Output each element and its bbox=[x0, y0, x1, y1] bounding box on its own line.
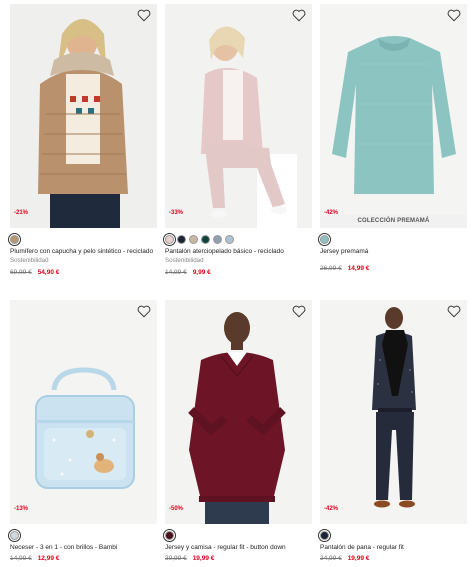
product-card[interactable]: -42% COLECCIÓN PREMAMÁ Jersey premamá 26… bbox=[320, 4, 467, 272]
heart-icon[interactable] bbox=[447, 305, 461, 318]
product-name[interactable]: Plumífero con capucha y pelo sintético -… bbox=[10, 248, 157, 256]
color-swatch[interactable] bbox=[213, 234, 222, 244]
product-name[interactable]: Pantalón aterciopelado básico - reciclad… bbox=[165, 248, 312, 256]
sale-price: 19,99 € bbox=[192, 555, 215, 562]
old-price: 34,99 € bbox=[320, 555, 342, 562]
color-swatch[interactable] bbox=[10, 530, 19, 540]
color-swatches bbox=[165, 530, 312, 540]
heart-icon[interactable] bbox=[137, 9, 151, 22]
product-name[interactable]: Neceser - 3 en 1 - con brillos - Bambi bbox=[10, 544, 157, 552]
color-swatch[interactable] bbox=[189, 234, 198, 244]
discount-badge: -33% bbox=[169, 210, 184, 216]
color-swatch[interactable] bbox=[320, 234, 329, 244]
model-photo bbox=[320, 300, 467, 524]
product-image[interactable]: -33% bbox=[165, 4, 312, 228]
color-swatch[interactable] bbox=[225, 234, 234, 244]
sale-price: 14,99 € bbox=[347, 265, 370, 272]
price-row: 14,99 € 12,99 € bbox=[10, 555, 157, 562]
color-swatch[interactable] bbox=[10, 234, 19, 244]
product-photo bbox=[10, 300, 157, 524]
product-card[interactable]: -13% Neceser - 3 en 1 - con brillos - Ba… bbox=[10, 300, 157, 562]
product-image[interactable]: -21% bbox=[10, 4, 157, 228]
sustainability-tag: Sostenibilidad bbox=[10, 257, 49, 264]
old-price: 14,99 € bbox=[10, 555, 32, 562]
old-price: 39,99 € bbox=[165, 555, 187, 562]
color-swatch[interactable] bbox=[320, 530, 329, 540]
heart-icon[interactable] bbox=[292, 9, 306, 22]
color-swatch[interactable] bbox=[177, 234, 186, 244]
price-row: 39,99 € 19,99 € bbox=[165, 555, 312, 562]
product-card[interactable]: -42% Pantalón de pana - regular fit 34,9… bbox=[320, 300, 467, 562]
product-name[interactable]: Pantalón de pana - regular fit bbox=[320, 544, 467, 552]
color-swatch[interactable] bbox=[165, 530, 174, 540]
product-card[interactable]: -21% Plumífero con capucha y pelo sintét… bbox=[10, 4, 157, 276]
product-card[interactable]: -50% Jersey y camisa - regular fit - but… bbox=[165, 300, 312, 562]
discount-badge: -13% bbox=[14, 506, 29, 512]
product-photo bbox=[320, 4, 467, 228]
product-name[interactable]: Jersey premamá bbox=[320, 248, 467, 256]
discount-badge: -21% bbox=[14, 210, 29, 216]
sale-price: 12,99 € bbox=[37, 555, 60, 562]
color-swatch[interactable] bbox=[165, 234, 174, 244]
discount-badge: -50% bbox=[169, 506, 184, 512]
heart-icon[interactable] bbox=[292, 305, 306, 318]
price-row: 69,99 € 54,90 € bbox=[10, 269, 157, 276]
price-row: 34,99 € 19,99 € bbox=[320, 555, 467, 562]
color-swatches bbox=[10, 530, 157, 540]
product-card[interactable]: -33% Pantalón aterciopelado básico - rec… bbox=[165, 4, 312, 276]
heart-icon[interactable] bbox=[137, 305, 151, 318]
color-swatches bbox=[320, 234, 467, 244]
color-swatches bbox=[320, 530, 467, 540]
product-name[interactable]: Jersey y camisa - regular fit - button d… bbox=[165, 544, 312, 552]
price-row: 14,99 € 9,99 € bbox=[165, 269, 312, 276]
model-photo bbox=[165, 4, 312, 228]
sale-price: 54,90 € bbox=[37, 269, 60, 276]
price-row: 26,99 € 14,99 € bbox=[320, 265, 467, 272]
collection-banner: COLECCIÓN PREMAMÁ bbox=[320, 215, 467, 228]
color-swatches bbox=[165, 234, 312, 244]
model-photo bbox=[10, 4, 157, 228]
sale-price: 19,99 € bbox=[347, 555, 370, 562]
product-image[interactable]: -42% bbox=[320, 300, 467, 524]
discount-badge: -42% bbox=[324, 506, 339, 512]
old-price: 69,99 € bbox=[10, 269, 32, 276]
sustainability-tag: Sostenibilidad bbox=[165, 257, 204, 264]
old-price: 26,99 € bbox=[320, 265, 342, 272]
product-image[interactable]: -50% bbox=[165, 300, 312, 524]
model-photo bbox=[165, 300, 312, 524]
color-swatches bbox=[10, 234, 157, 244]
color-swatch[interactable] bbox=[201, 234, 210, 244]
product-image[interactable]: -13% bbox=[10, 300, 157, 524]
sale-price: 9,99 € bbox=[192, 269, 211, 276]
product-image[interactable]: -42% COLECCIÓN PREMAMÁ bbox=[320, 4, 467, 228]
heart-icon[interactable] bbox=[447, 9, 461, 22]
old-price: 14,99 € bbox=[165, 269, 187, 276]
